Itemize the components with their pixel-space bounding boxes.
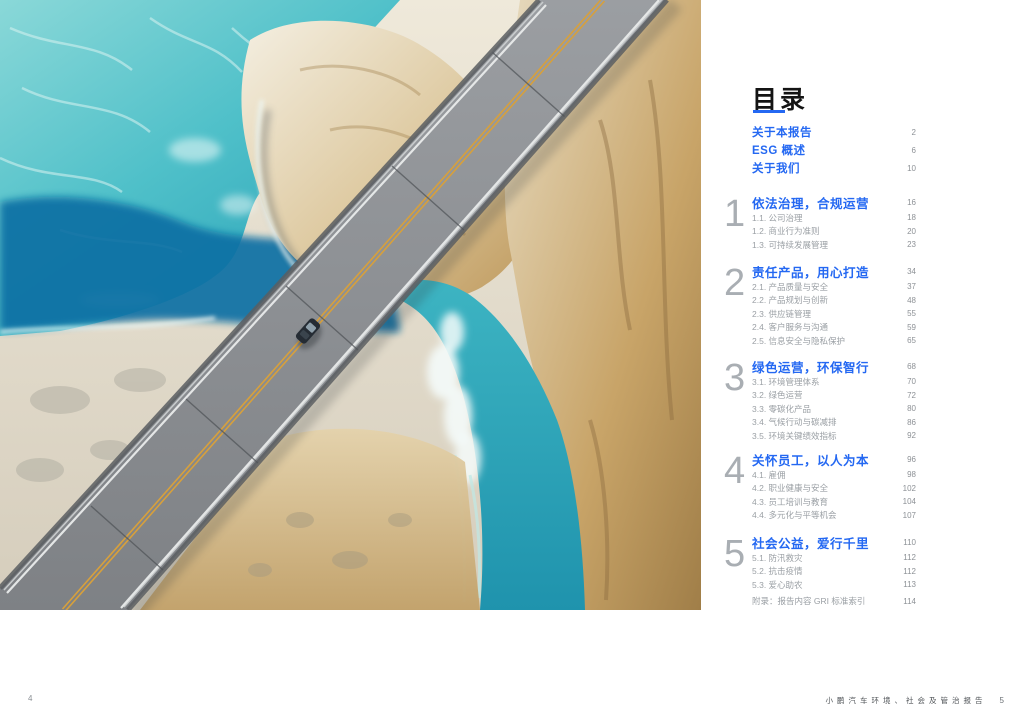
toc-entry-sub[interactable]: 4.3. 员工培训与教育 104 [752, 495, 916, 509]
toc-entry-sub[interactable]: 5.2. 抗击疫情 112 [752, 565, 916, 579]
page-number: 112 [903, 553, 916, 563]
page-number: 113 [903, 580, 916, 590]
page-number: 80 [907, 404, 916, 414]
page-number: 10 [907, 163, 916, 173]
page-number: 104 [902, 497, 916, 507]
toc-entry-sub[interactable]: 5.3. 爱心助农 113 [752, 578, 916, 592]
toc-entry-sub[interactable]: 1.3. 可持续发展管理 23 [752, 238, 916, 252]
toc-section-1: 1 依法治理，合规运营 16 1.1. 公司治理 18 1.2. 商业行为准则 … [724, 194, 916, 252]
toc-section-4: 4 关怀员工，以人为本 96 4.1. 雇佣 98 4.2. 职业健康与安全 1… [724, 451, 916, 522]
section-numeral: 1 [724, 193, 746, 235]
toc-section-2: 2 责任产品，用心打造 34 2.1. 产品质量与安全 37 2.2. 产品规划… [724, 263, 916, 348]
page-number: 86 [907, 417, 916, 427]
page-number: 112 [903, 566, 916, 576]
toc-entry-sub[interactable]: 2.5. 信息安全与隐私保护 65 [752, 334, 916, 348]
footer-page-number-left: 4 [28, 694, 33, 703]
page-number: 34 [907, 266, 916, 276]
toc-entry-sub[interactable]: 4.2. 职业健康与安全 102 [752, 482, 916, 496]
page-number: 107 [902, 510, 916, 520]
page-number: 110 [903, 537, 916, 547]
page-number: 59 [907, 322, 916, 332]
section-numeral: 3 [724, 357, 746, 399]
toc-entry-sub[interactable]: 3.5. 环境关键绩效指标 92 [752, 429, 916, 443]
toc-entry-section-title[interactable]: 社会公益，爱行千里 110 [752, 534, 916, 551]
footer-page-number-right: 5 [999, 696, 1004, 705]
toc-entry-about-report[interactable]: 关于本报告 2 [752, 123, 916, 141]
toc-entry-sub[interactable]: 2.1. 产品质量与安全 37 [752, 280, 916, 294]
page-number: 2 [911, 127, 916, 137]
toc-entry-section-title[interactable]: 责任产品，用心打造 34 [752, 263, 916, 280]
page-number: 48 [907, 295, 916, 305]
toc-front-list: 关于本报告 2 ESG 概述 6 关于我们 10 [752, 123, 916, 177]
toc-entry-sub[interactable]: 2.2. 产品规划与创新 48 [752, 294, 916, 308]
toc-entry-sub[interactable]: 4.4. 多元化与平等机会 107 [752, 509, 916, 523]
toc-entry-sub[interactable]: 1.1. 公司治理 18 [752, 211, 916, 225]
page-number: 65 [907, 336, 916, 346]
page-number: 55 [907, 309, 916, 319]
page-number: 20 [907, 226, 916, 236]
aerial-bridge-photo [0, 0, 701, 610]
toc-entry-section-title[interactable]: 绿色运营，环保智行 68 [752, 358, 916, 375]
toc-entry-about-us[interactable]: 关于我们 10 [752, 159, 916, 177]
toc-entry-sub[interactable]: 3.4. 气候行动与碳减排 86 [752, 416, 916, 430]
toc-entry-sub[interactable]: 2.3. 供应链管理 55 [752, 307, 916, 321]
page-number: 102 [902, 483, 916, 493]
toc-entry-sub[interactable]: 4.1. 雇佣 98 [752, 468, 916, 482]
toc-entry-sub[interactable]: 3.1. 环境管理体系 70 [752, 375, 916, 389]
footer-report-title: 小鹏汽车环境、社会及管治报告 5 [825, 696, 1004, 705]
toc-entry-appendix[interactable]: 附录：报告内容 GRI 标准索引 114 [752, 595, 916, 607]
page-number: 37 [907, 282, 916, 292]
page-number: 23 [907, 240, 916, 250]
toc-entry-section-title[interactable]: 关怀员工，以人为本 96 [752, 451, 916, 468]
section-numeral: 4 [724, 450, 746, 492]
page-number: 72 [907, 390, 916, 400]
page-number: 96 [907, 454, 916, 464]
page-number: 98 [907, 470, 916, 480]
page-number: 16 [907, 197, 916, 207]
toc-entry-sub[interactable]: 5.1. 防汛救灾 112 [752, 551, 916, 565]
toc-entry-esg-overview[interactable]: ESG 概述 6 [752, 141, 916, 159]
report-toc-page: 目录 关于本报告 2 ESG 概述 6 关于我们 10 1 依法治理，合规运营 … [0, 0, 1024, 724]
title-underline [753, 110, 785, 113]
section-numeral: 5 [724, 533, 746, 575]
toc-entry-sub[interactable]: 1.2. 商业行为准则 20 [752, 225, 916, 239]
page-number: 68 [907, 361, 916, 371]
toc-section-3: 3 绿色运营，环保智行 68 3.1. 环境管理体系 70 3.2. 绿色运营 … [724, 358, 916, 443]
page-number: 70 [907, 377, 916, 387]
page-number: 18 [907, 213, 916, 223]
page-number: 92 [907, 431, 916, 441]
toc-entry-section-title[interactable]: 依法治理，合规运营 16 [752, 194, 916, 211]
toc-entry-sub[interactable]: 3.2. 绿色运营 72 [752, 389, 916, 403]
toc-section-5: 5 社会公益，爱行千里 110 5.1. 防汛救灾 112 5.2. 抗击疫情 … [724, 534, 916, 592]
page-number: 6 [911, 145, 916, 155]
page-number: 114 [903, 596, 916, 606]
toc-entry-sub[interactable]: 3.3. 零碳化产品 80 [752, 402, 916, 416]
section-numeral: 2 [724, 262, 746, 304]
toc-entry-sub[interactable]: 2.4. 客户服务与沟通 59 [752, 321, 916, 335]
